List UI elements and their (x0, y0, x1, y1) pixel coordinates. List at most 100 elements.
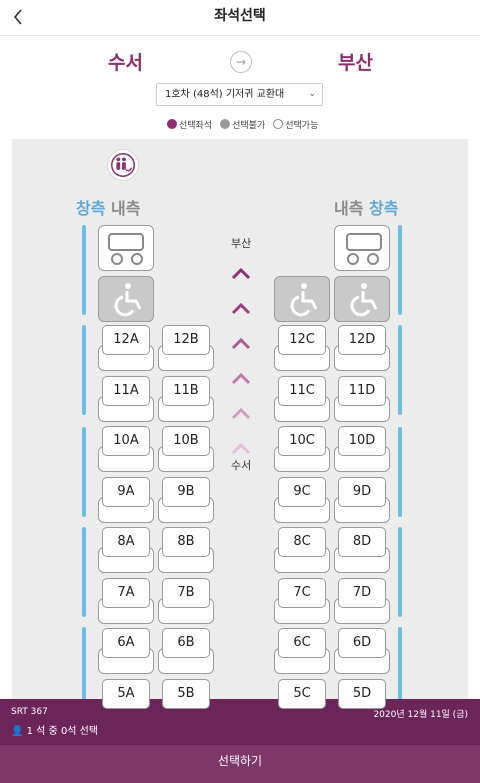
seat-number: 11B (162, 376, 210, 406)
seat-number: 11D (338, 376, 386, 406)
seat-8d[interactable]: 8D (334, 527, 390, 573)
seat-number: 5B (162, 679, 210, 709)
seat-6b[interactable]: 6B (158, 628, 214, 674)
page-title: 좌석선택 (214, 8, 266, 24)
travel-date: 2020년 12월 11일 (금) (373, 710, 468, 720)
seat-7d[interactable]: 7D (334, 578, 390, 624)
seat-9d[interactable]: 9D (334, 477, 390, 523)
window-rail-left (82, 325, 86, 415)
seat-number: 8A (102, 527, 150, 557)
window-rail-left (82, 225, 86, 315)
seat-map: 창측 내측 내측 창측 부산 수서 12A 12B 12C 12D 11A 11… (12, 139, 468, 739)
chevron-down-icon: ⌄ (308, 89, 316, 99)
seat-10c[interactable]: 10C (274, 426, 330, 472)
direction-bottom-label: 수서 (231, 459, 252, 472)
accessible-seat-center (274, 276, 330, 322)
seat-number: 12D (338, 325, 386, 355)
selection-footer: SRT 367 2020년 12월 11일 (금) 👤 1 석 중 0석 선택 … (0, 699, 480, 783)
seat-number: 9C (278, 477, 326, 507)
wheelchair-space-left (98, 225, 154, 271)
seat-11d[interactable]: 11D (334, 376, 390, 422)
selected-seat-dot-icon (167, 119, 177, 129)
car-select-value: 1호차 (48석) 기저귀 교환대 (165, 89, 285, 100)
seat-7b[interactable]: 7B (158, 578, 214, 624)
window-rail-right (398, 527, 402, 617)
legend-label: 선택가능 (285, 120, 319, 131)
seat-number: 6C (278, 628, 326, 658)
seat-number: 7A (102, 578, 150, 608)
direction-chevron-icon (231, 442, 251, 455)
seat-9a[interactable]: 9A (98, 477, 154, 523)
window-rail-left (82, 427, 86, 517)
unavailable-seat-dot-icon (220, 119, 231, 129)
seat-number: 10A (102, 426, 150, 456)
seat-7c[interactable]: 7C (274, 578, 330, 624)
seat-6d[interactable]: 6D (334, 628, 390, 674)
seat-count: 👤 1 석 중 0석 선택 (11, 722, 98, 737)
seat-9c[interactable]: 9C (274, 477, 330, 523)
seat-number: 9D (338, 477, 386, 507)
seat-legend: 선택좌석 선택불가 선택가능 (167, 117, 318, 131)
seat-11c[interactable]: 11C (274, 376, 330, 422)
seat-8c[interactable]: 8C (274, 527, 330, 573)
direction-arrow-icon: → (230, 51, 252, 73)
aisle-side-label: 내측 (334, 199, 364, 218)
seat-6c[interactable]: 6C (274, 628, 330, 674)
window-rail-right (398, 325, 402, 415)
legend-label: 선택불가 (232, 120, 266, 131)
left-side-label: 창측 내측 (76, 195, 140, 219)
seat-12b[interactable]: 12B (158, 325, 214, 371)
seat-number: 6A (102, 628, 150, 658)
departure-station: 수서 (108, 52, 143, 74)
seat-number: 10D (338, 426, 386, 456)
route-info: 수서 → 부산 (0, 48, 480, 78)
seat-10b[interactable]: 10B (158, 426, 214, 472)
seat-8a[interactable]: 8A (98, 527, 154, 573)
seat-12d[interactable]: 12D (334, 325, 390, 371)
seat-9b[interactable]: 9B (158, 477, 214, 523)
seat-number: 6B (162, 628, 210, 658)
seat-6a[interactable]: 6A (98, 628, 154, 674)
accessibility-icon (290, 283, 318, 317)
accessible-seat-right (334, 276, 390, 322)
seat-8b[interactable]: 8B (158, 527, 214, 573)
legend-available: 선택가능 (273, 118, 318, 131)
legend-selected: 선택좌석 (167, 118, 212, 131)
arrival-station: 부산 (338, 52, 373, 74)
seat-number: 6D (338, 628, 386, 658)
train-number: SRT 367 (11, 707, 48, 717)
seat-12c[interactable]: 12C (274, 325, 330, 371)
seat-number: 8B (162, 527, 210, 557)
wheelchair-icon (108, 233, 144, 265)
window-side-label: 창측 (369, 199, 399, 218)
wheelchair-icon (346, 233, 382, 265)
seat-number: 5A (102, 679, 150, 709)
seat-number: 5D (338, 679, 386, 709)
seat-10a[interactable]: 10A (98, 426, 154, 472)
seat-11a[interactable]: 11A (98, 376, 154, 422)
seat-number: 10B (162, 426, 210, 456)
seat-number: 7D (338, 578, 386, 608)
available-seat-dot-icon (273, 119, 284, 129)
seat-number: 11A (102, 376, 150, 406)
window-rail-right (398, 225, 402, 315)
seat-number: 7B (162, 578, 210, 608)
direction-chevron-icon (231, 302, 251, 315)
seat-number: 8D (338, 527, 386, 557)
seat-12a[interactable]: 12A (98, 325, 154, 371)
seat-number: 9A (102, 477, 150, 507)
window-rail-right (398, 427, 402, 517)
seat-number: 7C (278, 578, 326, 608)
select-button[interactable]: 선택하기 (0, 745, 480, 783)
car-select-dropdown[interactable]: 1호차 (48석) 기저귀 교환대 ⌄ (156, 83, 323, 106)
direction-chevron-icon (231, 267, 251, 280)
seat-number: 9B (162, 477, 210, 507)
seat-count-text: 1 석 중 0석 선택 (26, 726, 99, 737)
seat-11b[interactable]: 11B (158, 376, 214, 422)
seat-selection-screen: 좌석선택 수서 → 부산 1호차 (48석) 기저귀 교환대 ⌄ 선택좌석 선택… (0, 0, 480, 783)
seat-7a[interactable]: 7A (98, 578, 154, 624)
direction-chevron-icon (231, 407, 251, 420)
seat-10d[interactable]: 10D (334, 426, 390, 472)
direction-top-label: 부산 (231, 237, 252, 250)
accessible-seat-left (98, 276, 154, 322)
